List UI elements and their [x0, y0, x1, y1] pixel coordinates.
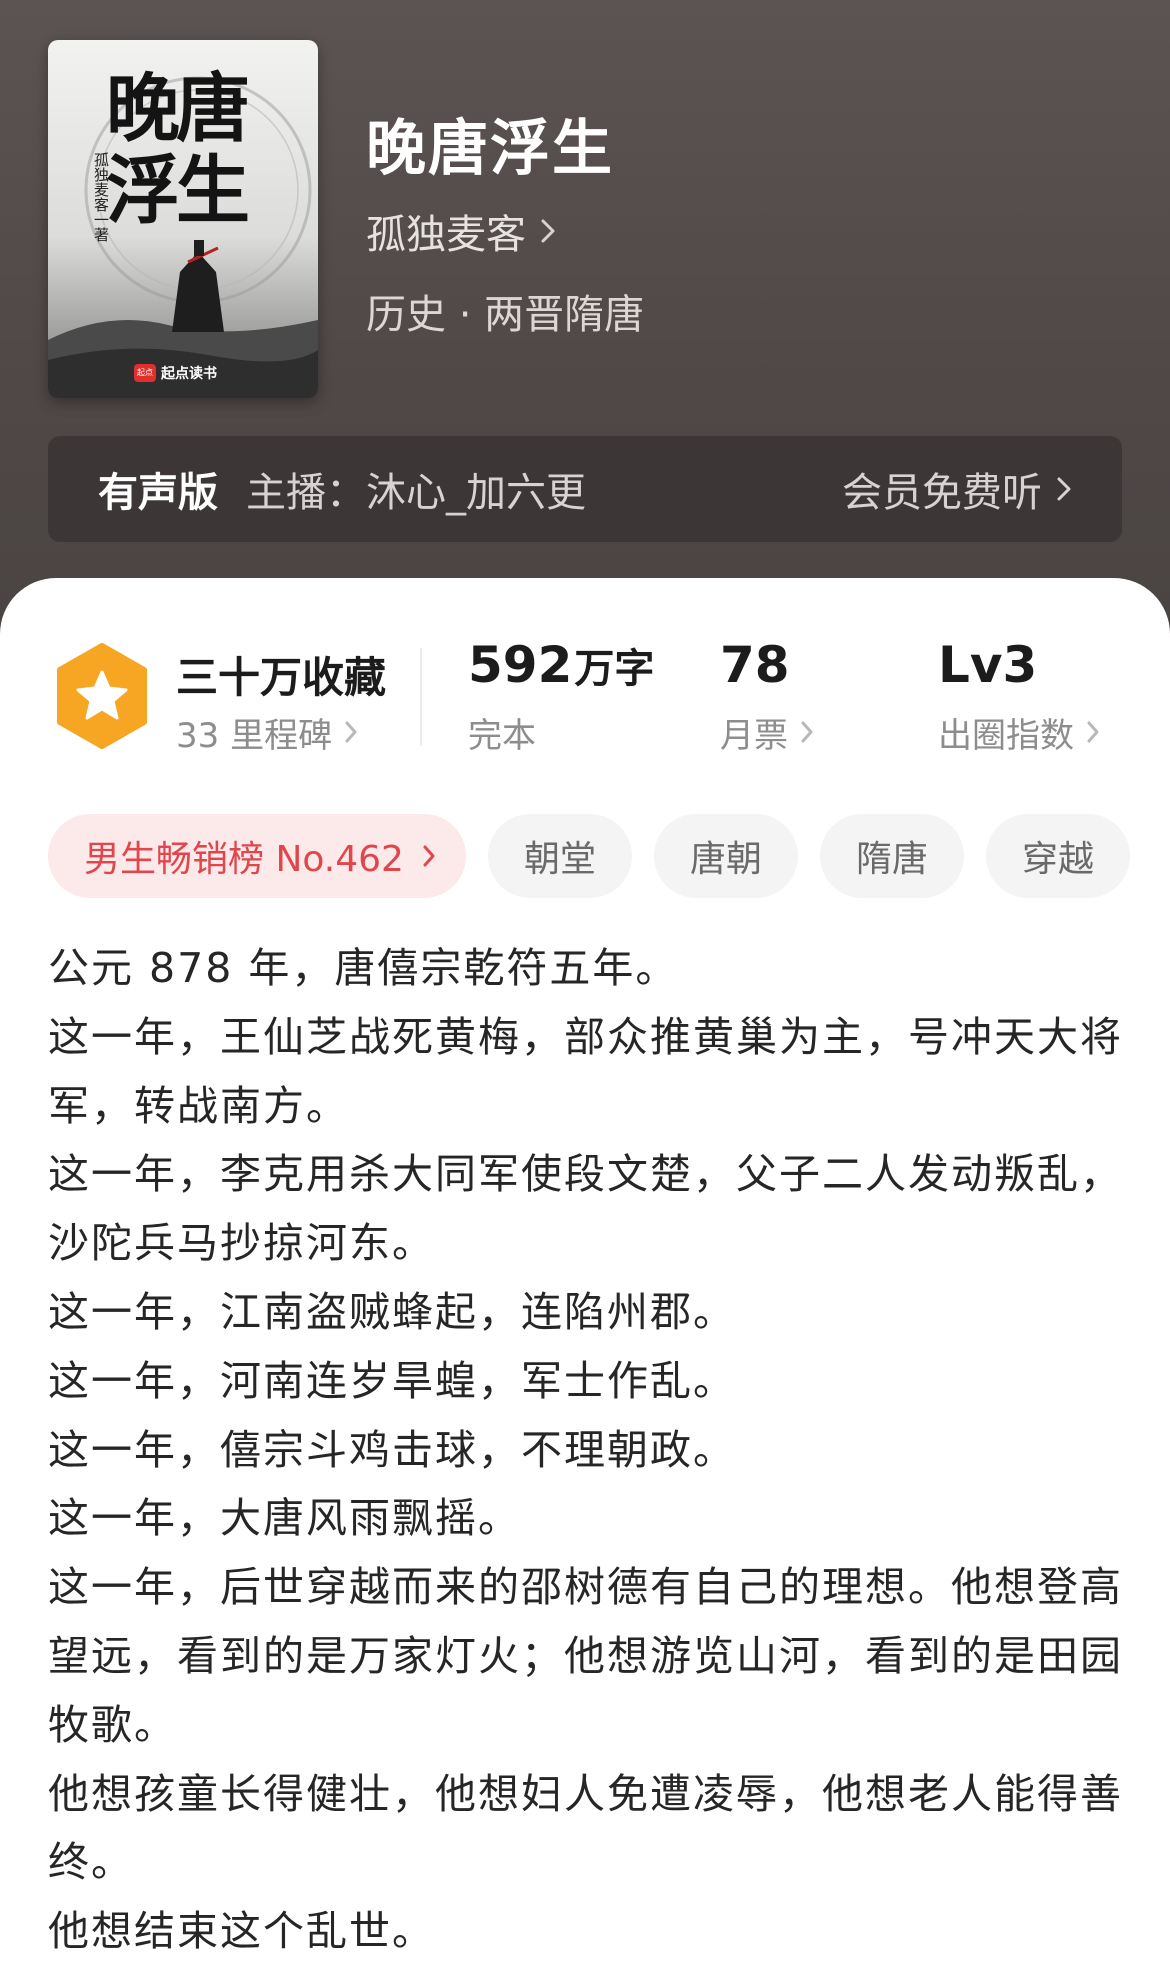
cover-brand: 起点 起点读书 — [134, 362, 217, 384]
book-description[interactable]: 公元 878 年，唐僖宗乾符五年。 这一年，王仙芝战死黄梅，部众推黄巢为主，号冲… — [48, 934, 1128, 1966]
description-paragraph: 这一年，僖宗斗鸡击球，不理朝政。 — [48, 1425, 736, 1474]
description-paragraph: 这一年，后世穿越而来的邵树德有自己的理想。他想登高望远，看到的是万家灯火；他想游… — [48, 1563, 1123, 1749]
milestones-link[interactable]: 33 里程碑 — [176, 708, 358, 757]
favorites-count: 三十万收藏 — [176, 653, 387, 702]
chevron-right-icon — [540, 208, 556, 254]
word-count-number: 592 — [468, 636, 573, 694]
tag-chip[interactable]: 隋唐 — [819, 814, 964, 898]
monthly-votes-number: 78 — [720, 636, 790, 694]
popularity-level: Lv3 — [938, 636, 1037, 694]
description-paragraph: 这一年，河南连岁旱蝗，军士作乱。 — [48, 1356, 736, 1405]
milestones-label: 33 里程碑 — [176, 716, 333, 756]
book-cover[interactable]: 晚唐浮生 孤独麦客一著 起点 起点读书 — [48, 40, 318, 398]
book-title: 晚唐浮生 — [366, 114, 614, 184]
chevron-right-icon — [1086, 713, 1100, 753]
tag-chip[interactable]: 穿越 — [985, 814, 1130, 898]
popularity-index-link[interactable]: 出圈指数 — [938, 708, 1100, 757]
tag-chip[interactable]: 唐朝 — [653, 814, 798, 898]
monthly-votes-label: 月票 — [720, 716, 788, 756]
brand-name: 起点读书 — [161, 366, 217, 382]
description-paragraph: 他想结束这个乱世。 — [48, 1907, 435, 1956]
audiobook-host: 主播：沐心_加六更 — [246, 470, 586, 516]
description-paragraph: 公元 878 年，唐僖宗乾符五年。 — [48, 944, 679, 992]
chevron-right-icon — [422, 836, 436, 877]
chevron-right-icon — [1056, 466, 1072, 512]
completion-status: 完本 — [468, 708, 536, 757]
cover-title: 晚唐浮生 — [106, 66, 250, 234]
brand-logo-icon: 起点 — [134, 364, 156, 382]
description-paragraph: 这一年，王仙芝战死黄梅，部众推黄巢为主，号冲天大将军，转战南方。 — [48, 1012, 1123, 1130]
author-name: 孤独麦客 — [366, 212, 526, 258]
monthly-votes-count: 78 — [720, 636, 790, 694]
audiobook-bar[interactable]: 有声版 主播：沐心_加六更 会员免费听 — [48, 436, 1122, 542]
description-paragraph: 这一年，江南盗贼蜂起，连陷州郡。 — [48, 1287, 736, 1336]
star-hexagon-icon — [52, 642, 152, 750]
word-count-unit: 万字 — [574, 646, 655, 692]
description-paragraph: 他想孩童长得健壮，他想妇人免遭凌辱，他想老人能得善终。 — [48, 1769, 1123, 1887]
popularity-index-label: 出圈指数 — [938, 716, 1074, 756]
completion-status-label: 完本 — [468, 716, 536, 756]
tag-chip[interactable]: 朝堂 — [487, 814, 632, 898]
popularity-level-value: Lv3 — [938, 636, 1038, 694]
book-category[interactable]: 历史 · 两晋隋唐 — [366, 282, 644, 340]
cover-author: 孤独麦客一著 — [92, 152, 110, 242]
stats-divider — [420, 648, 422, 746]
member-free-listen-label: 会员免费听 — [842, 470, 1042, 516]
chevron-right-icon — [800, 713, 814, 753]
member-free-listen-button[interactable]: 会员免费听 — [842, 460, 1072, 518]
author-link[interactable]: 孤独麦客 — [366, 202, 556, 260]
rank-tag-label: 男生畅销榜 No.462 — [84, 839, 404, 880]
audiobook-label: 有声版 — [98, 470, 218, 516]
description-paragraph: 这一年，李克用杀大同军使段文楚，父子二人发动叛乱，沙陀兵马抄掠河东。 — [48, 1150, 1123, 1268]
tag-list: 男生畅销榜 No.462 朝堂 唐朝 隋唐 穿越 — [48, 814, 1130, 898]
rank-tag[interactable]: 男生畅销榜 No.462 — [48, 814, 466, 898]
monthly-votes-link[interactable]: 月票 — [720, 708, 814, 757]
chevron-right-icon — [344, 713, 358, 753]
word-count: 592万字 — [468, 636, 654, 694]
description-paragraph: 这一年，大唐风雨飘摇。 — [48, 1494, 521, 1543]
